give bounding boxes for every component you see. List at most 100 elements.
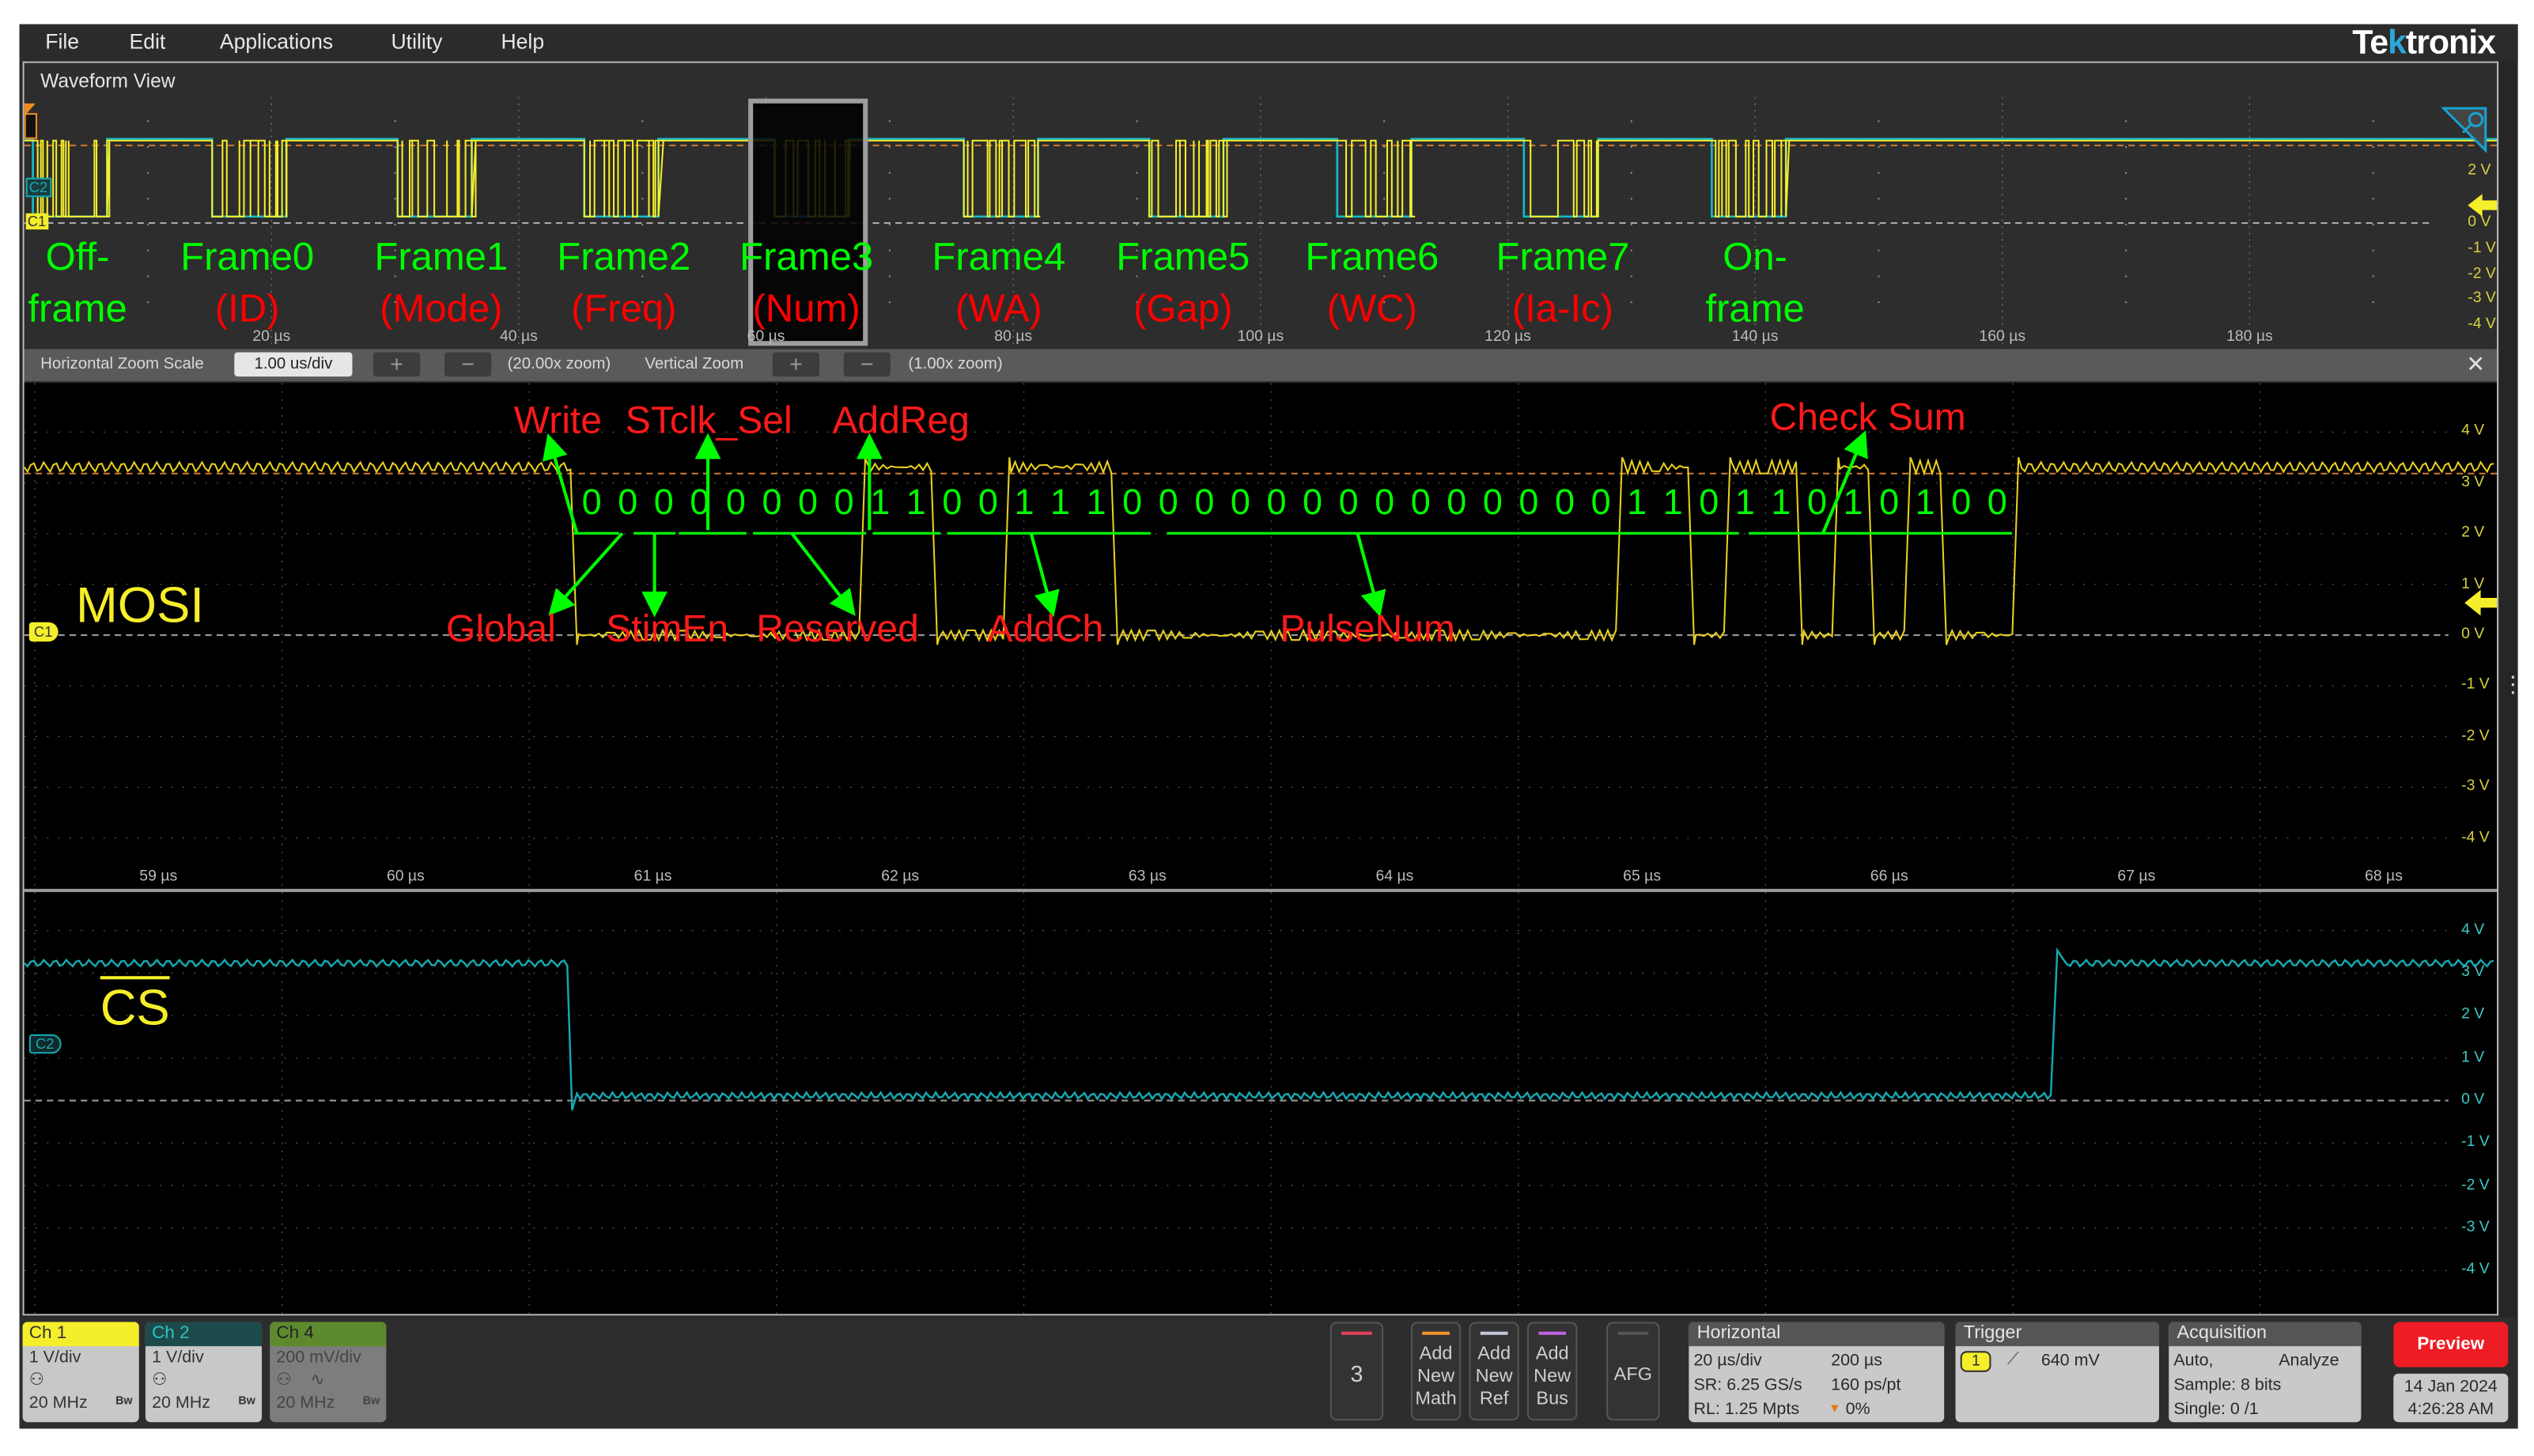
mosi-channel-label: MOSI: [76, 577, 204, 634]
mosi-trace: [24, 456, 2494, 645]
menu-edit[interactable]: Edit: [129, 29, 165, 54]
mosi-time-tick: 61 µs: [634, 868, 672, 886]
bit-value: 1: [1014, 481, 1034, 523]
vertical-zoom-label: Vertical Zoom: [645, 355, 744, 374]
mosi-volt-tick: -1 V: [2461, 675, 2490, 694]
add-new-ref-button[interactable]: Add New Ref: [1469, 1322, 1519, 1421]
cs-c2-tag[interactable]: C2: [28, 1034, 61, 1054]
menu-applications[interactable]: Applications: [220, 29, 333, 54]
bit-value: 0: [1266, 481, 1287, 523]
horizontal-zoom-in-button[interactable]: +: [373, 351, 421, 377]
frame-label: Frame0: [180, 236, 315, 280]
frame-label: Frame5: [1116, 236, 1250, 280]
ref-label: Ref: [1479, 1390, 1509, 1409]
bit-value: 0: [725, 481, 746, 523]
frame-label: Frame4: [932, 236, 1066, 280]
overview-waveform[interactable]: Off-frame Frame0 (ID) Frame1 (Mode) Frame2 (Fr…: [24, 96, 2498, 350]
resolution: 160 ps/pt: [1831, 1375, 1901, 1395]
bit-value: 0: [690, 481, 710, 523]
horizontal-panel[interactable]: Horizontal 20 µs/div 200 µs SR: 6.25 GS/…: [1689, 1322, 1945, 1423]
frame-label: Frame6: [1305, 236, 1439, 280]
vertical-zoom-out-button[interactable]: −: [843, 351, 891, 377]
horizontal-zoom-scale-input[interactable]: 1.00 us/div: [234, 352, 353, 377]
channel-2-scale: 1 V/div: [152, 1348, 204, 1367]
mosi-time-tick: 68 µs: [2365, 868, 2403, 886]
channel-4-scale: 200 mV/div: [276, 1348, 361, 1367]
bit-value: 0: [1194, 481, 1215, 523]
bit-value: 0: [1590, 481, 1611, 523]
cs-volt-tick: 3 V: [2461, 963, 2485, 981]
afg-button[interactable]: AFG: [1606, 1322, 1660, 1421]
side-panel-handle-icon[interactable]: ⋮: [2502, 672, 2525, 695]
afg-label: AFG: [1613, 1365, 1652, 1386]
date-time-display[interactable]: 14 Jan 2024 4:26:28 AM: [2393, 1373, 2509, 1423]
probe-ac-coupling-icon: ⚇ ∿: [276, 1370, 325, 1390]
bit-value: 0: [1555, 481, 1575, 523]
zoom-icon[interactable]: [2440, 105, 2489, 153]
trigger-level-arrow-icon[interactable]: [2468, 191, 2498, 220]
overview-c2-tag[interactable]: C2: [25, 177, 51, 198]
bit-value: 0: [1303, 481, 1323, 523]
channel-1-bandwidth: 20 MHz: [28, 1393, 88, 1413]
channel-3-button[interactable]: 3: [1329, 1322, 1384, 1421]
add-new-math-button[interactable]: Add New Math: [1410, 1322, 1462, 1421]
overview-time-tick: 60 µs: [747, 327, 785, 346]
bit-value: 0: [1158, 481, 1178, 523]
cs-volt-tick: 1 V: [2461, 1048, 2485, 1067]
trigger-level: 640 mV: [2040, 1351, 2100, 1371]
zoom-toolbar: Horizontal Zoom Scale 1.00 us/div + − (2…: [24, 349, 2498, 382]
bandwidth-limit-icon: Bw: [362, 1396, 380, 1408]
field-annotation: Write: [513, 399, 602, 441]
probe-icon: ⚇: [28, 1370, 45, 1390]
field-annotation: Reserved: [756, 607, 919, 650]
rising-edge-icon: ⟋: [2006, 1349, 2019, 1369]
channel-4-badge[interactable]: Ch 4 200 mV/div ⚇ ∿ 20 MHz Bw: [270, 1322, 387, 1423]
field-annotation: StimEn: [606, 607, 729, 650]
frame-label: Frame2: [557, 236, 691, 280]
channel-1-badge[interactable]: Ch 1 1 V/div ⚇ 20 MHz Bw: [22, 1322, 139, 1423]
mosi-c1-tag[interactable]: C1: [28, 622, 58, 642]
bandwidth-limit-icon: Bw: [115, 1396, 133, 1408]
channel-1-scale: 1 V/div: [28, 1348, 81, 1367]
bit-value: 0: [1230, 481, 1250, 523]
menu-utility[interactable]: Utility: [391, 29, 443, 54]
bit-value: 0: [1806, 481, 1827, 523]
add-new-bus-button[interactable]: Add New Bus: [1527, 1322, 1578, 1421]
cs-trace: [24, 947, 2494, 1111]
frame-sublabel: (Num): [752, 287, 860, 331]
bit-value: 1: [1627, 481, 1647, 523]
menu-help[interactable]: Help: [501, 29, 544, 54]
mosi-trigger-level-arrow-icon[interactable]: [2464, 588, 2498, 618]
math-color-bar: [1421, 1331, 1450, 1335]
date: 14 Jan 2024: [2404, 1376, 2498, 1397]
cs-volt-tick: 0 V: [2461, 1091, 2485, 1109]
mosi-volt-tick: -3 V: [2461, 777, 2490, 796]
horizontal-title: Horizontal: [1689, 1322, 1945, 1347]
channel-2-badge[interactable]: Ch 2 1 V/div ⚇ 20 MHz Bw: [145, 1322, 263, 1423]
vertical-zoom-in-button[interactable]: +: [772, 351, 820, 377]
preview-button[interactable]: Preview: [2393, 1322, 2509, 1367]
overview-volt-tick: -1 V: [2468, 239, 2496, 257]
acquisition-panel[interactable]: Acquisition Auto, Analyze Sample: 8 bits…: [2169, 1322, 2362, 1423]
frame-sublabel: (WC): [1326, 287, 1418, 331]
horizontal-zoom-out-button[interactable]: −: [444, 351, 492, 377]
bit-value: 0: [581, 481, 602, 523]
overview-c1-tag[interactable]: C1: [25, 213, 48, 230]
bit-value: 0: [834, 481, 854, 523]
bit-value: 1: [906, 481, 926, 523]
bit-value: 1: [1915, 481, 1935, 523]
bit-value: 0: [1410, 481, 1431, 523]
acquisition-title: Acquisition: [2169, 1322, 2362, 1347]
bit-value: 1: [870, 481, 891, 523]
overview-volt-tick: -3 V: [2468, 289, 2496, 308]
cs-waveform-pane[interactable]: 4 V 3 V 2 V 1 V 0 V -1 V -2 V -3 V -4 V CS C2: [24, 891, 2498, 1314]
mosi-waveform-pane[interactable]: 59 µs 60 µs 61 µs 62 µs 63 µs 64 µs 65 µs 66 µs…: [24, 383, 2498, 889]
menu-file[interactable]: File: [45, 29, 79, 54]
close-zoom-icon[interactable]: ✕: [2466, 350, 2485, 378]
channel-2-label: Ch 2: [145, 1322, 263, 1347]
trigger-panel[interactable]: Trigger 1 ⟋ 640 mV: [1955, 1322, 2159, 1423]
time: 4:26:28 AM: [2407, 1399, 2494, 1420]
bit-value: 0: [978, 481, 998, 523]
cs-volt-tick: 2 V: [2461, 1005, 2485, 1024]
cs-volt-tick: -2 V: [2461, 1175, 2490, 1194]
